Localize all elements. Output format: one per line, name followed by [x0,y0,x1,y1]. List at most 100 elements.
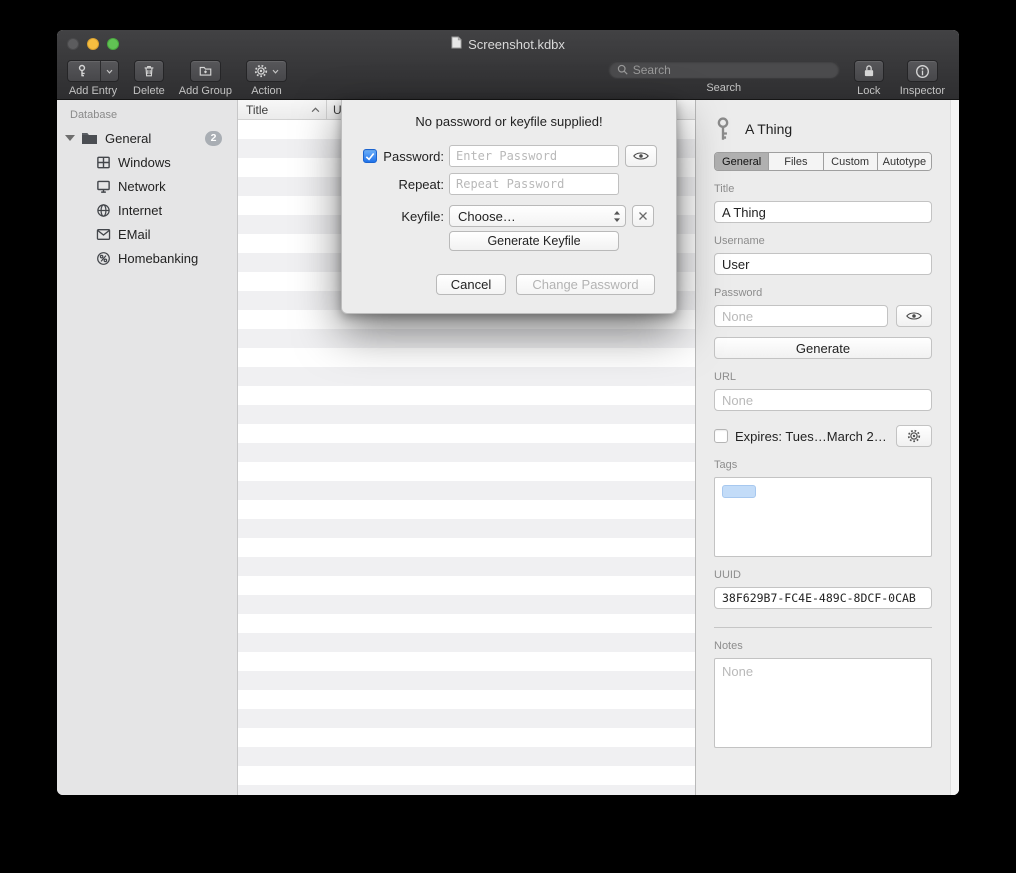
dialog-keyfile-label: Keyfile: [377,209,444,224]
password-checkbox[interactable] [363,149,377,163]
inspector-scrollbar[interactable] [950,100,959,795]
action-button[interactable] [246,60,287,82]
windows-icon [96,155,111,170]
percent-coin-icon [96,251,111,266]
window-chrome: Screenshot.kdbx Add Entry [57,30,959,100]
delete-button[interactable] [134,60,164,82]
toolbar-item-add-entry: Add Entry [67,60,119,97]
dialog-buttons: Cancel Change Password [436,274,655,295]
dialog-reveal-password-button[interactable] [625,145,657,167]
tags-box[interactable] [714,477,932,557]
generate-password-button[interactable]: Generate [714,337,932,359]
titlebar[interactable]: Screenshot.kdbx [57,30,959,58]
title-field[interactable] [714,201,932,223]
sidebar-item-label: Windows [118,155,171,170]
sidebar-item-network[interactable]: Network [57,174,237,198]
inspector-header: A Thing [714,114,932,144]
dialog-keyfile-row: Keyfile: Choose… [342,205,676,227]
keyfile-popup-button[interactable]: Choose… [449,205,626,227]
info-icon [915,64,930,79]
uuid-label: UUID [714,569,932,581]
change-password-button[interactable]: Change Password [516,274,655,295]
toolbar-item-search: Search [608,60,840,94]
add-entry-dropdown[interactable] [100,61,118,81]
password-dialog: No password or keyfile supplied! Passwor… [341,100,677,314]
folder-icon [81,131,98,145]
key-icon [714,116,732,142]
tab-custom[interactable]: Custom [823,153,877,170]
lock-button[interactable] [854,60,884,82]
dialog-repeat-label: Repeat: [377,177,444,192]
tab-general[interactable]: General [715,153,768,170]
tag-chip[interactable] [722,485,756,498]
folder-plus-icon [198,64,213,78]
checkmark-icon [365,152,375,161]
sidebar-item-email[interactable]: EMail [57,222,237,246]
expires-label: Expires: Tues…March 2015 [735,429,889,444]
sidebar-item-homebanking[interactable]: Homebanking [57,246,237,270]
column-title-label: Title [246,103,268,117]
traffic-lights [67,38,119,50]
lock-icon [863,64,875,78]
toolbar-item-inspector: Inspector [900,60,945,97]
entry-count-badge: 2 [205,131,222,146]
minimize-button[interactable] [87,38,99,50]
dialog-password-input[interactable] [449,145,619,167]
monitor-icon [96,179,111,194]
expires-settings-button[interactable] [896,425,932,447]
url-field-label: URL [714,371,932,383]
close-button[interactable] [67,38,79,50]
sidebar-item-label: Homebanking [118,251,198,266]
password-field[interactable] [714,305,888,327]
clear-keyfile-button[interactable] [632,205,654,227]
gear-icon [907,429,921,443]
inspector-tabs: General Files Custom Autotype [714,152,932,171]
search-input[interactable] [633,63,831,77]
sidebar-item-internet[interactable]: Internet [57,198,237,222]
disclosure-triangle-icon[interactable] [65,135,75,141]
keyfile-popup-value: Choose… [458,209,516,224]
toolbar-item-add-group: Add Group [179,60,232,97]
inspector-panel: A Thing General Files Custom Autotype Ti… [695,100,959,795]
chevron-down-icon [272,69,279,74]
sidebar-header: Database [57,106,237,126]
url-field[interactable] [714,389,932,411]
sidebar-item-label: Internet [118,203,162,218]
dialog-repeat-input[interactable] [449,173,619,195]
search-icon [617,64,628,75]
toolbar-item-action: Action [246,60,287,97]
notes-field[interactable] [714,658,932,748]
entry-title: A Thing [745,121,792,137]
tab-autotype[interactable]: Autotype [877,153,931,170]
column-header-username[interactable]: U [327,100,342,119]
search-field[interactable] [608,60,840,79]
trash-icon [142,64,156,78]
username-field[interactable] [714,253,932,275]
add-entry-button[interactable] [67,60,119,82]
generate-keyfile-button[interactable]: Generate Keyfile [449,231,619,251]
column-header-title[interactable]: Title [238,100,327,119]
sidebar-item-general[interactable]: General 2 [57,126,237,150]
key-icon [68,61,96,81]
inspector-button[interactable] [907,60,938,82]
action-label: Action [251,85,282,97]
dialog-message: No password or keyfile supplied! [342,114,676,129]
search-label: Search [706,82,741,94]
zoom-button[interactable] [107,38,119,50]
sidebar-item-windows[interactable]: Windows [57,150,237,174]
dialog-password-label: Password: [377,149,444,164]
tab-files[interactable]: Files [768,153,822,170]
uuid-field[interactable] [714,587,932,609]
delete-label: Delete [133,85,165,97]
window-title: Screenshot.kdbx [451,36,565,52]
inspector-label: Inspector [900,85,945,97]
cancel-button[interactable]: Cancel [436,274,506,295]
toolbar-left-group: Add Entry Delete Add Group [67,60,287,97]
sidebar-item-label: Network [118,179,166,194]
sidebar-item-label: General [105,131,151,146]
chevron-down-icon [106,69,113,74]
reveal-password-button[interactable] [896,305,932,327]
eye-icon [633,151,649,161]
add-group-button[interactable] [190,60,221,82]
expires-checkbox[interactable] [714,429,728,443]
